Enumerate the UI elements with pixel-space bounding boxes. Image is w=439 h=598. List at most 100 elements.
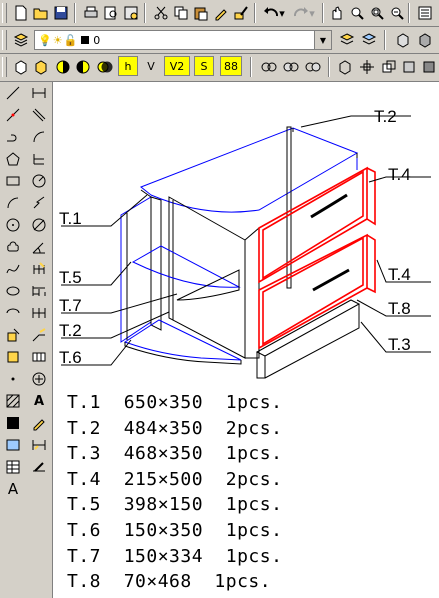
toolbar-separator (384, 30, 386, 50)
3d-box-icon[interactable] (398, 56, 420, 78)
dim-continue-icon[interactable] (28, 302, 50, 324)
toolbar-grip[interactable] (2, 30, 7, 50)
3d-box-icon[interactable] (414, 29, 436, 51)
plot-preview-icon[interactable] (100, 2, 122, 24)
copy-icon[interactable] (170, 2, 192, 24)
gradient-icon[interactable] (2, 412, 24, 434)
zoom-window-icon[interactable] (366, 2, 388, 24)
layers-toolbar: 💡 ☀ 🔓 0 ▼ (0, 27, 439, 54)
parts-row: T.2 484×350 2pcs. (67, 417, 283, 439)
undo-dropdown-icon[interactable]: ▾ (276, 2, 288, 24)
toolbar-separator (254, 3, 256, 23)
drawing-canvas[interactable]: T.2 T.4 T.1 T.5 T.4 T.7 T.8 T.2 T.3 T.6 … (52, 82, 439, 598)
solid-icon[interactable] (30, 56, 52, 78)
match-properties-icon[interactable] (210, 2, 232, 24)
label-t4-top: T.4 (388, 165, 411, 184)
region-icon[interactable] (2, 434, 24, 456)
style-v2-button[interactable]: V2 (164, 56, 190, 76)
point-icon[interactable] (2, 368, 24, 390)
layer-dropdown[interactable]: 💡 ☀ 🔓 0 ▼ (34, 30, 332, 50)
table-icon[interactable] (2, 456, 24, 478)
sun-icon[interactable]: ☀ (53, 34, 63, 47)
styles-toolbar: h V V2 S 88 (0, 54, 439, 82)
draw-toolbar: A (0, 82, 26, 598)
dim-edit-icon[interactable]: A (28, 390, 50, 412)
layer-name: 0 (93, 33, 101, 47)
dim-update-icon[interactable] (28, 434, 50, 456)
toolbar-grip[interactable] (2, 3, 7, 23)
print-icon[interactable] (80, 2, 102, 24)
dim-aligned-icon[interactable] (28, 104, 50, 126)
dim-diameter-icon[interactable] (28, 214, 50, 236)
make-current-icon[interactable] (336, 29, 358, 51)
box-icon[interactable] (10, 56, 32, 78)
ellipse-arc-icon[interactable] (2, 302, 24, 324)
color-square-icon (81, 36, 90, 44)
tolerance-icon[interactable] (28, 346, 50, 368)
construction-line-icon[interactable] (2, 104, 24, 126)
toolbar-grip[interactable] (2, 57, 7, 77)
style-v-button[interactable]: V (142, 56, 160, 76)
layer-properties-icon[interactable] (10, 29, 32, 51)
insert-block-icon[interactable] (2, 324, 24, 346)
3d-box-icon[interactable] (418, 56, 439, 78)
circles-icon[interactable] (94, 56, 116, 78)
make-block-icon[interactable] (2, 346, 24, 368)
properties-icon[interactable] (414, 2, 436, 24)
publish-icon[interactable] (120, 2, 142, 24)
3d-box-icon[interactable] (378, 56, 400, 78)
3d-box-icon[interactable] (334, 56, 356, 78)
zoom-realtime-icon[interactable] (346, 2, 368, 24)
dim-angular-icon[interactable] (28, 236, 50, 258)
new-icon[interactable] (10, 2, 32, 24)
move-3d-icon[interactable] (356, 56, 378, 78)
pan-icon[interactable] (326, 2, 348, 24)
block-editor-icon[interactable] (230, 2, 252, 24)
double-circle-icon[interactable] (258, 56, 280, 78)
mtext-icon[interactable]: A (2, 478, 24, 500)
dim-arc-icon[interactable] (28, 126, 50, 148)
lightbulb-icon[interactable]: 💡 (38, 34, 52, 47)
arc-icon[interactable] (2, 192, 24, 214)
line-icon[interactable] (2, 82, 24, 104)
chevron-down-icon[interactable]: ▼ (314, 31, 331, 49)
polyline-icon[interactable] (2, 126, 24, 148)
unlock-icon[interactable]: 🔓 (64, 34, 78, 47)
center-mark-icon[interactable] (28, 368, 50, 390)
paste-icon[interactable] (190, 2, 212, 24)
double-circle-icon[interactable] (302, 56, 324, 78)
cut-icon[interactable] (150, 2, 172, 24)
toolbar-separator (322, 3, 324, 23)
open-icon[interactable] (30, 2, 52, 24)
label-t1: T.1 (59, 209, 82, 228)
dim-baseline-icon[interactable] (28, 280, 50, 302)
revision-cloud-icon[interactable] (2, 236, 24, 258)
3d-box-icon[interactable] (392, 29, 414, 51)
parts-row: T.3 468×350 1pcs. (67, 443, 283, 465)
parts-row: T.7 150×334 1pcs. (67, 545, 283, 567)
dim-style-icon[interactable] (28, 456, 50, 478)
circle-half-icon[interactable] (72, 56, 94, 78)
quick-dim-icon[interactable] (28, 258, 50, 280)
dim-text-edit-icon[interactable] (28, 412, 50, 434)
qleader-icon[interactable] (28, 324, 50, 346)
layer-previous-icon[interactable] (358, 29, 380, 51)
rectangle-icon[interactable] (2, 170, 24, 192)
save-icon[interactable] (50, 2, 72, 24)
dim-ordinate-icon[interactable] (28, 148, 50, 170)
spline-icon[interactable] (2, 258, 24, 280)
redo-dropdown-icon[interactable]: ▾ (306, 2, 318, 24)
dim-linear-icon[interactable] (28, 82, 50, 104)
dim-jogged-icon[interactable] (28, 192, 50, 214)
style-h-button[interactable]: h (118, 56, 138, 76)
hatch-icon[interactable] (2, 390, 24, 412)
circle-half-icon[interactable] (52, 56, 74, 78)
dim-radius-icon[interactable] (28, 170, 50, 192)
circle-icon[interactable] (2, 214, 24, 236)
style-88-button[interactable]: 88 (220, 56, 242, 76)
style-s-button[interactable]: S (194, 56, 214, 76)
double-circle-icon[interactable] (280, 56, 302, 78)
polygon-icon[interactable] (2, 148, 24, 170)
zoom-previous-icon[interactable] (386, 2, 408, 24)
ellipse-icon[interactable] (2, 280, 24, 302)
